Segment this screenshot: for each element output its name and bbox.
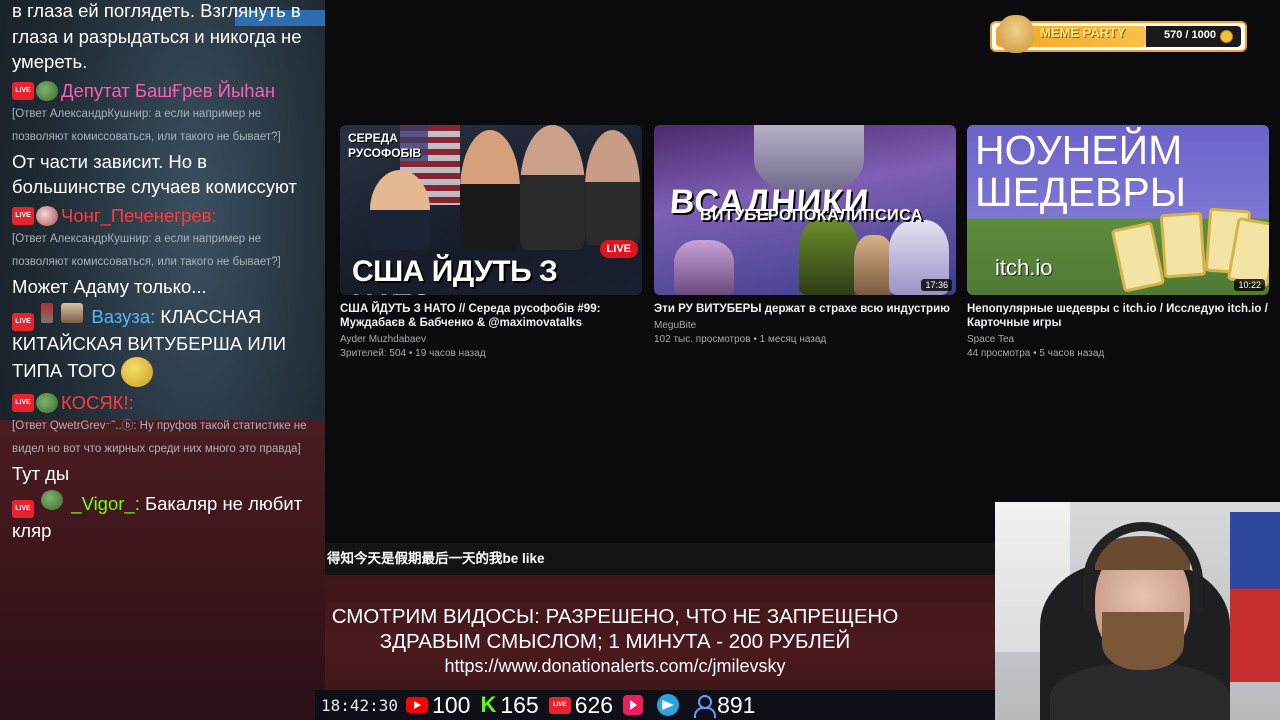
chat-message: LIVE КОСЯК!: [Ответ QwetrGrev⁻˜..ⓑ: Ну п… (12, 391, 317, 487)
thumbnail-title-text: США ЙДУТЬ З НАТО (352, 255, 558, 295)
kick-icon: K (480, 692, 497, 717)
video-duration: 17:36 (921, 279, 952, 291)
headphones-icon (1083, 522, 1203, 612)
vtuber-graphic (854, 235, 894, 295)
video-thumbnail[interactable]: СЕРЕДА РУСОФОБІВ США ЙДУТЬ З НАТО LIVE (340, 125, 642, 295)
video-title[interactable]: Эти РУ ВИТУБЕРЫ держат в страхе всю инду… (654, 302, 956, 316)
video-channel[interactable]: Ayder Muzhdabaev (340, 333, 642, 347)
webcam-feed (995, 502, 1280, 720)
chat-username[interactable]: Вазуза: (91, 306, 155, 327)
person-graphic (520, 125, 585, 250)
video-subtitle: 得知今天是假期最后一天的我be like (325, 543, 995, 575)
meme-party-widget: MEME PARTY 570 / 1000 (990, 15, 1247, 53)
person-graphic (585, 130, 640, 245)
telegram-icon (657, 694, 680, 716)
avatar-emote-icon (61, 303, 84, 323)
chat-message-text: От части зависит. Но в большинстве случа… (12, 150, 297, 198)
chat-message-text: Может Адаму только... (12, 275, 207, 297)
live-badge-icon: LIVE (12, 393, 34, 412)
video-card[interactable]: СЕРЕДА РУСОФОБІВ США ЙДУТЬ З НАТО LIVE С… (340, 125, 642, 361)
chat-reply-quote: [Ответ АлександрКушнир: а если например … (12, 107, 281, 143)
vtuber-graphic (799, 217, 859, 295)
chat-reply-quote: [Ответ QwetrGrev⁻˜..ⓑ: Ну пруфов такой с… (12, 419, 307, 455)
video-title[interactable]: Непопулярные шедевры с itch.io / Исследу… (967, 302, 1269, 330)
video-duration: 10:22 (1234, 279, 1265, 291)
person-graphic (370, 170, 430, 250)
card-graphic (1159, 211, 1207, 279)
flags-graphic (1230, 512, 1280, 682)
rutube-indicator (623, 695, 647, 715)
rules-line: ЗДРАВЫМ СМЫСЛОМ; 1 МИНУТА - 200 РУБЛЕЙ (379, 630, 851, 653)
vtuber-graphic (674, 240, 734, 295)
video-card[interactable]: НОУНЕЙМ ШЕДЕВРЫ itch.io 10:22 Непопулярн… (967, 125, 1269, 361)
card-graphic (1110, 221, 1166, 293)
emote-icon (36, 392, 58, 413)
chat-message-text: Тут ды (12, 462, 70, 484)
video-channel[interactable]: MeguBite (654, 319, 956, 333)
chat-username[interactable]: КОСЯК!: (61, 391, 134, 415)
chat-username[interactable]: _Vigor_: (71, 493, 140, 514)
chat-panel: в глаза ей поглядеть. Взглянуть в глаза … (0, 0, 325, 720)
thumbnail-top-text: СЕРЕДА РУСОФОБІВ (348, 131, 422, 160)
emote-icon (36, 205, 58, 226)
stream-rules: СМОТРИМ ВИДОСЫ: РАЗРЕШЕНО, ЧТО НЕ ЗАПРЕЩ… (325, 604, 905, 679)
video-thumbnail[interactable]: ВСАДНИКИ ВИТУБЕРОПОКАЛИПСИСА 17:36 (654, 125, 956, 295)
cup-emote-icon (41, 303, 54, 323)
vk-live-icon: LIVE (548, 696, 571, 714)
coin-icon (1220, 30, 1233, 43)
chat-reply-quote: [Ответ АлександрКушнир: а если например … (12, 232, 281, 268)
live-badge-icon: LIVE (12, 500, 34, 518)
youtube-icon (406, 697, 429, 713)
stream-clock: 18:42:30 (321, 695, 399, 715)
thumbnail-title-text: НОУНЕЙМ ШЕДЕВРЫ (975, 127, 1187, 215)
chat-messages: в глаза ей поглядеть. Взглянуть в глаза … (12, 0, 317, 544)
chat-message: LIVE _Vigor_: Бакаляр не любит кляр (12, 490, 317, 544)
video-channel[interactable]: Space Tea (967, 333, 1269, 347)
vklive-viewers: LIVE 626 (548, 691, 613, 719)
meme-party-progress: 570 / 1000 (1164, 29, 1216, 41)
emote-icon (36, 80, 58, 101)
pepe-emote-icon (41, 490, 64, 510)
rules-line: СМОТРИМ ВИДОСЫ: РАЗРЕШЕНО, ЧТО НЕ ЗАПРЕЩ… (331, 605, 899, 628)
chat-message-text: в глаза ей поглядеть. Взглянуть в глаза … (12, 0, 302, 72)
chat-username[interactable]: Чонг_Печенегрев: (61, 204, 217, 228)
meme-party-label: MEME PARTY (1040, 25, 1126, 40)
user-icon (693, 694, 717, 718)
video-meta: 44 просмотра • 5 часов назад (967, 348, 1105, 359)
video-title[interactable]: США ЙДУТЬ З НАТО // Середа русофобів #99… (340, 302, 642, 330)
video-thumbnail[interactable]: НОУНЕЙМ ШЕДЕВРЫ itch.io 10:22 (967, 125, 1269, 295)
telegram-indicator (657, 694, 683, 716)
grimace-emoji-icon (120, 356, 153, 387)
chat-message: LIVE Чонг_Печенегрев: [Ответ АлександрКу… (12, 204, 317, 300)
video-card[interactable]: ВСАДНИКИ ВИТУБЕРОПОКАЛИПСИСА 17:36 Эти Р… (654, 125, 956, 347)
thumbnail-subtitle-text: itch.io (995, 255, 1053, 280)
live-badge-icon: LIVE (12, 81, 34, 100)
video-meta: 102 тыс. просмотров • 1 месяц назад (654, 334, 827, 345)
donation-link[interactable]: https://www.donationalerts.com/c/jmilevs… (325, 654, 905, 679)
live-badge-icon: LIVE (12, 313, 34, 331)
live-pill-badge: LIVE (599, 240, 638, 258)
thumbnail-subtitle-text: ВИТУБЕРОПОКАЛИПСИСА (700, 207, 923, 224)
person-graphic (460, 130, 520, 250)
doge-icon (998, 15, 1034, 53)
chat-message: LIVE Депутат БашҒрев Йыһан [Ответ Алекса… (12, 79, 317, 200)
live-badge-icon: LIVE (12, 206, 34, 225)
chat-username[interactable]: Депутат БашҒрев Йыһан (61, 79, 275, 103)
kick-viewers: K 165 (480, 692, 539, 718)
video-meta: Зрителей: 504 • 19 часов назад (340, 348, 486, 359)
chat-message: LIVE Вазуза: КЛАССНАЯ КИТАЙСКАЯ ВИТУБЕРШ… (12, 303, 317, 387)
stream-status-bar: 18:42:30 100 K 165 LIVE 626 891 (315, 690, 995, 720)
youtube-viewers: 100 (406, 691, 470, 719)
total-viewers: 891 (693, 691, 755, 719)
rutube-icon (623, 695, 644, 715)
